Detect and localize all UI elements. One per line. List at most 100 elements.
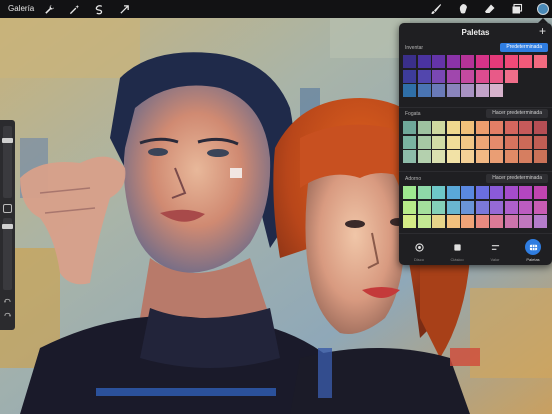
color-swatch[interactable]	[475, 55, 489, 68]
color-swatch[interactable]	[533, 135, 547, 149]
transform-arrow-icon[interactable]	[117, 2, 131, 16]
color-swatch[interactable]	[461, 215, 474, 228]
selection-icon[interactable]	[92, 2, 106, 16]
color-swatch[interactable]	[475, 121, 489, 134]
color-swatch[interactable]	[490, 55, 503, 68]
brush-size-slider[interactable]	[2, 126, 13, 198]
wrench-icon[interactable]	[42, 2, 56, 16]
smudge-icon[interactable]	[456, 2, 470, 16]
color-swatch[interactable]	[446, 150, 460, 163]
color-swatch[interactable]	[461, 200, 474, 214]
opacity-knob[interactable]	[2, 224, 13, 229]
color-swatch[interactable]	[504, 55, 518, 68]
color-swatch[interactable]	[504, 215, 518, 228]
color-swatch[interactable]	[475, 200, 489, 214]
color-swatch[interactable]	[533, 121, 547, 134]
palette-card-1[interactable]: Fogata Hacer predeterminada	[399, 109, 552, 167]
redo-icon[interactable]	[4, 312, 11, 319]
layers-icon[interactable]	[510, 2, 524, 16]
color-swatch[interactable]	[519, 200, 532, 214]
color-swatch[interactable]	[432, 69, 445, 83]
add-palette-button[interactable]: +	[539, 24, 546, 38]
color-swatch[interactable]	[417, 215, 431, 228]
color-swatch[interactable]	[403, 215, 416, 228]
color-swatch[interactable]	[403, 186, 416, 199]
color-swatch[interactable]	[504, 200, 518, 214]
color-swatch[interactable]	[490, 121, 503, 134]
color-swatch[interactable]	[432, 55, 445, 68]
color-swatch[interactable]	[446, 135, 460, 149]
color-swatch[interactable]	[475, 150, 489, 163]
color-swatch[interactable]	[461, 84, 474, 97]
brush-size-knob[interactable]	[2, 138, 13, 143]
color-swatch[interactable]	[519, 150, 532, 163]
color-swatch[interactable]	[461, 69, 474, 83]
tab-palettes[interactable]: Paletas	[514, 234, 552, 265]
color-swatch[interactable]	[403, 55, 416, 68]
magic-wand-icon[interactable]	[67, 2, 81, 16]
color-swatch[interactable]	[403, 84, 416, 97]
color-swatch[interactable]	[417, 121, 431, 134]
color-swatch[interactable]	[504, 150, 518, 163]
color-swatch[interactable]	[475, 69, 489, 83]
color-swatch[interactable]	[403, 121, 416, 134]
opacity-slider[interactable]	[2, 218, 13, 290]
color-swatch[interactable]	[403, 150, 416, 163]
undo-icon[interactable]	[4, 298, 11, 305]
color-swatch[interactable]	[504, 121, 518, 134]
color-swatch[interactable]	[490, 84, 503, 97]
make-default-button[interactable]: Hacer predeterminada	[486, 174, 548, 183]
color-swatch[interactable]	[504, 135, 518, 149]
current-color-button[interactable]	[537, 3, 549, 15]
color-swatch[interactable]	[519, 121, 532, 134]
color-swatch[interactable]	[519, 215, 532, 228]
color-swatch[interactable]	[446, 200, 460, 214]
color-swatch[interactable]	[432, 215, 445, 228]
gallery-button[interactable]: Galería	[8, 0, 34, 18]
color-swatch[interactable]	[417, 186, 431, 199]
color-swatch[interactable]	[403, 69, 416, 83]
color-swatch[interactable]	[519, 55, 532, 68]
tab-classic[interactable]: Clásico	[438, 234, 476, 265]
color-swatch[interactable]	[432, 150, 445, 163]
color-swatch[interactable]	[446, 215, 460, 228]
palette-card-2[interactable]: Adorno Hacer predeterminada	[399, 174, 552, 232]
color-swatch[interactable]	[475, 186, 489, 199]
brush-icon[interactable]	[429, 2, 443, 16]
color-swatch[interactable]	[461, 55, 474, 68]
color-swatch[interactable]	[403, 135, 416, 149]
make-default-button[interactable]: Hacer predeterminada	[486, 109, 548, 118]
color-swatch[interactable]	[432, 135, 445, 149]
color-swatch[interactable]	[432, 121, 445, 134]
color-swatch[interactable]	[490, 215, 503, 228]
color-swatch[interactable]	[490, 200, 503, 214]
color-swatch[interactable]	[504, 186, 518, 199]
color-swatch[interactable]	[417, 200, 431, 214]
color-swatch[interactable]	[432, 84, 445, 97]
color-swatch[interactable]	[417, 84, 431, 97]
color-swatch[interactable]	[432, 200, 445, 214]
color-swatch[interactable]	[403, 200, 416, 214]
palette-default-button[interactable]: Predeterminada	[500, 43, 548, 52]
color-swatch[interactable]	[533, 55, 547, 68]
color-swatch[interactable]	[475, 215, 489, 228]
color-swatch[interactable]	[446, 84, 460, 97]
color-swatch[interactable]	[475, 135, 489, 149]
modify-button-icon[interactable]	[3, 204, 12, 213]
color-swatch[interactable]	[490, 186, 503, 199]
color-swatch[interactable]	[533, 186, 547, 199]
color-swatch[interactable]	[519, 135, 532, 149]
tab-value[interactable]: Valor	[476, 234, 514, 265]
color-swatch[interactable]	[417, 135, 431, 149]
eraser-icon[interactable]	[483, 2, 497, 16]
color-swatch[interactable]	[432, 186, 445, 199]
color-swatch[interactable]	[461, 121, 474, 134]
color-swatch[interactable]	[504, 69, 518, 83]
color-swatch[interactable]	[519, 186, 532, 199]
tab-disc[interactable]: Disco	[400, 234, 438, 265]
color-swatch[interactable]	[446, 69, 460, 83]
color-swatch[interactable]	[446, 55, 460, 68]
color-swatch[interactable]	[461, 186, 474, 199]
color-swatch[interactable]	[446, 186, 460, 199]
color-swatch[interactable]	[490, 150, 503, 163]
